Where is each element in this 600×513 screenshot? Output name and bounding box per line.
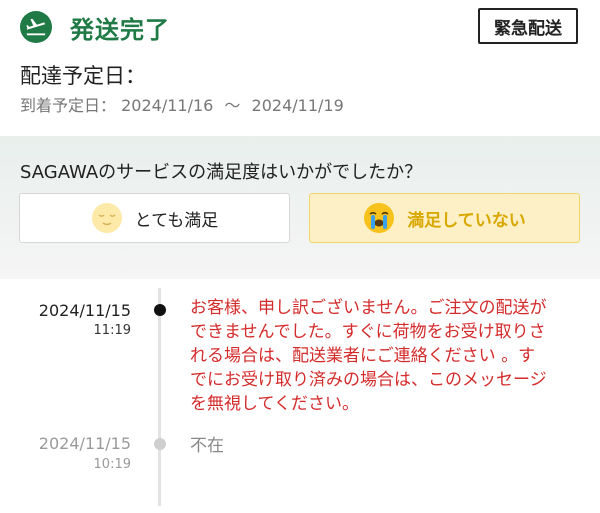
unsatisfied-option-button[interactable]: 満足していない — [309, 193, 580, 243]
satisfied-option-label: とても満足 — [134, 210, 219, 231]
arrival-end-date: 2024/11/19 — [251, 96, 344, 115]
airplane-icon — [20, 11, 52, 43]
satisfied-option-button[interactable]: とても満足 — [19, 193, 290, 243]
urgent-delivery-button[interactable]: 緊急配送 — [478, 8, 578, 44]
arrival-start-date: 2024/11/16 — [121, 96, 214, 115]
event-date: 2024/11/15 — [38, 434, 131, 453]
timeline-line — [158, 288, 161, 506]
arrival-separator: ～ — [224, 96, 241, 115]
event-time: 10:19 — [93, 457, 131, 472]
arrival-label: 到着予定日： — [20, 96, 117, 115]
unsatisfied-option-label: 満足していない — [407, 210, 526, 231]
crying-face-icon — [364, 203, 395, 233]
satisfaction-survey: SAGAWAのサービスの満足度はいかがでしたか？ とても満足 満足していない — [0, 136, 600, 279]
event-date: 2024/11/15 — [38, 301, 131, 320]
timeline-dot — [154, 438, 166, 450]
smiling-face-icon — [91, 203, 122, 233]
status-title: 発送完了 — [70, 15, 170, 44]
survey-question: SAGAWAのサービスの満足度はいかがでしたか？ — [20, 162, 423, 183]
timeline-dot-active — [154, 304, 166, 316]
status-header: 発送完了 — [20, 10, 170, 44]
scheduled-delivery-label: 配達予定日： — [20, 64, 146, 88]
event-status: 不在 — [190, 436, 224, 456]
event-time: 11:19 — [93, 323, 131, 338]
arrival-estimate: 到着予定日： 2024/11/16 ～ 2024/11/19 — [20, 92, 344, 116]
event-message: お客様、申し訳ございません。ご注文の配送が できませんでした。すぐに荷物をお受け… — [190, 298, 547, 414]
